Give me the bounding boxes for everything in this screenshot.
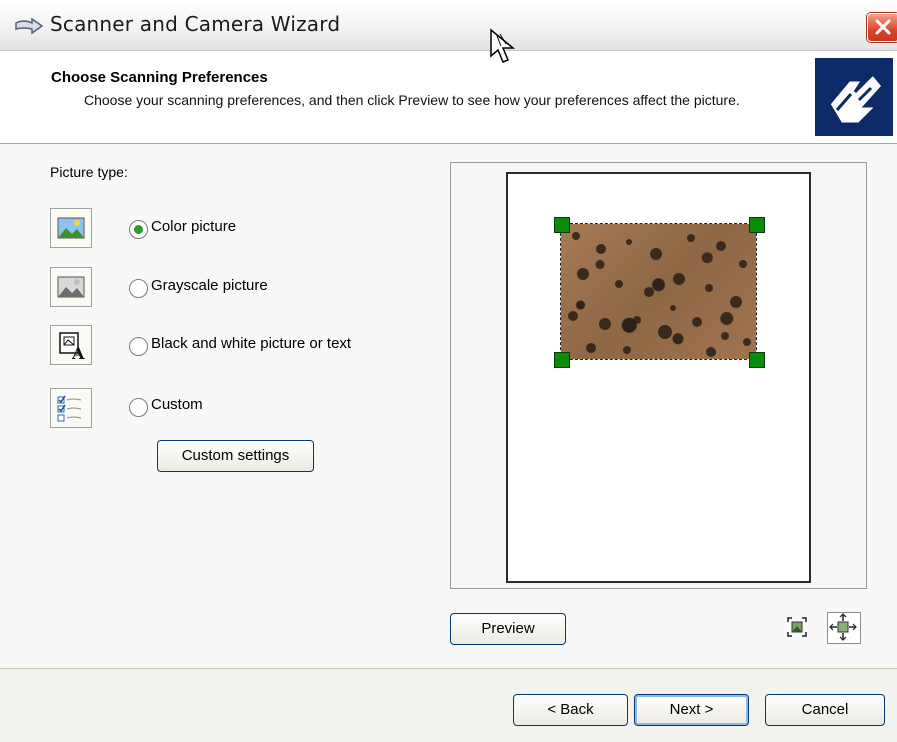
crop-handle-top-left[interactable]	[554, 217, 570, 233]
bw-picture-text-label[interactable]: Black and white picture or text	[151, 335, 351, 352]
scanner-camera-logo-icon	[815, 58, 893, 136]
back-button[interactable]: < Back	[513, 694, 628, 726]
close-icon	[875, 19, 891, 35]
crop-handle-bottom-right[interactable]	[749, 352, 765, 368]
grayscale-picture-label[interactable]: Grayscale picture	[151, 277, 268, 294]
grayscale-picture-icon[interactable]	[50, 267, 92, 307]
close-button[interactable]	[867, 13, 897, 42]
svg-text:A: A	[71, 344, 85, 363]
color-picture-icon[interactable]	[50, 208, 92, 248]
wizard-footer: < Back Next > Cancel	[0, 668, 897, 742]
picture-type-label: Picture type:	[50, 164, 128, 180]
wizard-body: Picture type: Color picture Grayscale pi…	[0, 144, 897, 668]
wizard-arrow-icon	[15, 17, 44, 35]
bw-picture-text-radio[interactable]	[129, 337, 148, 356]
scanned-photo[interactable]	[560, 223, 757, 360]
wizard-header: Choose Scanning Preferences Choose your …	[0, 51, 897, 144]
window-title: Scanner and Camera Wizard	[50, 12, 341, 36]
preview-button[interactable]: Preview	[450, 613, 566, 645]
custom-checklist-icon[interactable]	[50, 388, 92, 428]
color-picture-radio[interactable]	[129, 220, 148, 239]
preview-pane	[450, 162, 867, 589]
photo-texture	[568, 232, 751, 357]
next-button[interactable]: Next >	[634, 694, 749, 726]
custom-settings-button[interactable]: Custom settings	[157, 440, 314, 472]
custom-label[interactable]: Custom	[151, 396, 203, 413]
grayscale-picture-radio[interactable]	[129, 279, 148, 298]
page-description: Choose your scanning preferences, and th…	[84, 92, 740, 108]
cancel-button[interactable]: Cancel	[765, 694, 885, 726]
crop-handle-top-right[interactable]	[749, 217, 765, 233]
page-title: Choose Scanning Preferences	[51, 69, 268, 86]
title-bar[interactable]: Scanner and Camera Wizard	[0, 0, 897, 51]
wizard-window: Scanner and Camera Wizard Choose Scannin…	[0, 0, 897, 742]
crop-handle-bottom-left[interactable]	[554, 352, 570, 368]
bw-picture-text-icon[interactable]: A	[50, 325, 92, 365]
color-picture-label[interactable]: Color picture	[151, 218, 236, 235]
crop-to-selection-icon[interactable]	[786, 616, 808, 638]
scan-page	[506, 172, 811, 583]
full-page-view-icon[interactable]	[827, 612, 861, 644]
custom-radio[interactable]	[129, 398, 148, 417]
mouse-cursor-icon	[490, 28, 516, 63]
